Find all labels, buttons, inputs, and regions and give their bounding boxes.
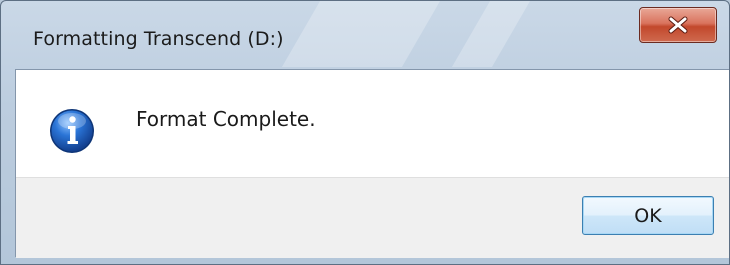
- ok-button[interactable]: OK: [582, 196, 714, 235]
- frame-glass-streak: [451, 1, 531, 67]
- close-button[interactable]: [639, 7, 717, 43]
- window-title: Formatting Transcend (D:): [33, 28, 284, 50]
- frame-glass-streak: [281, 1, 441, 67]
- dialog-footer: OK: [16, 177, 729, 258]
- close-icon: [668, 16, 688, 34]
- dialog-message: Format Complete.: [136, 107, 316, 131]
- info-icon: [50, 109, 94, 153]
- dialog-content: Format Complete. OK: [15, 69, 729, 258]
- dialog-window: Formatting Transcend (D:) Format Complet…: [0, 0, 730, 265]
